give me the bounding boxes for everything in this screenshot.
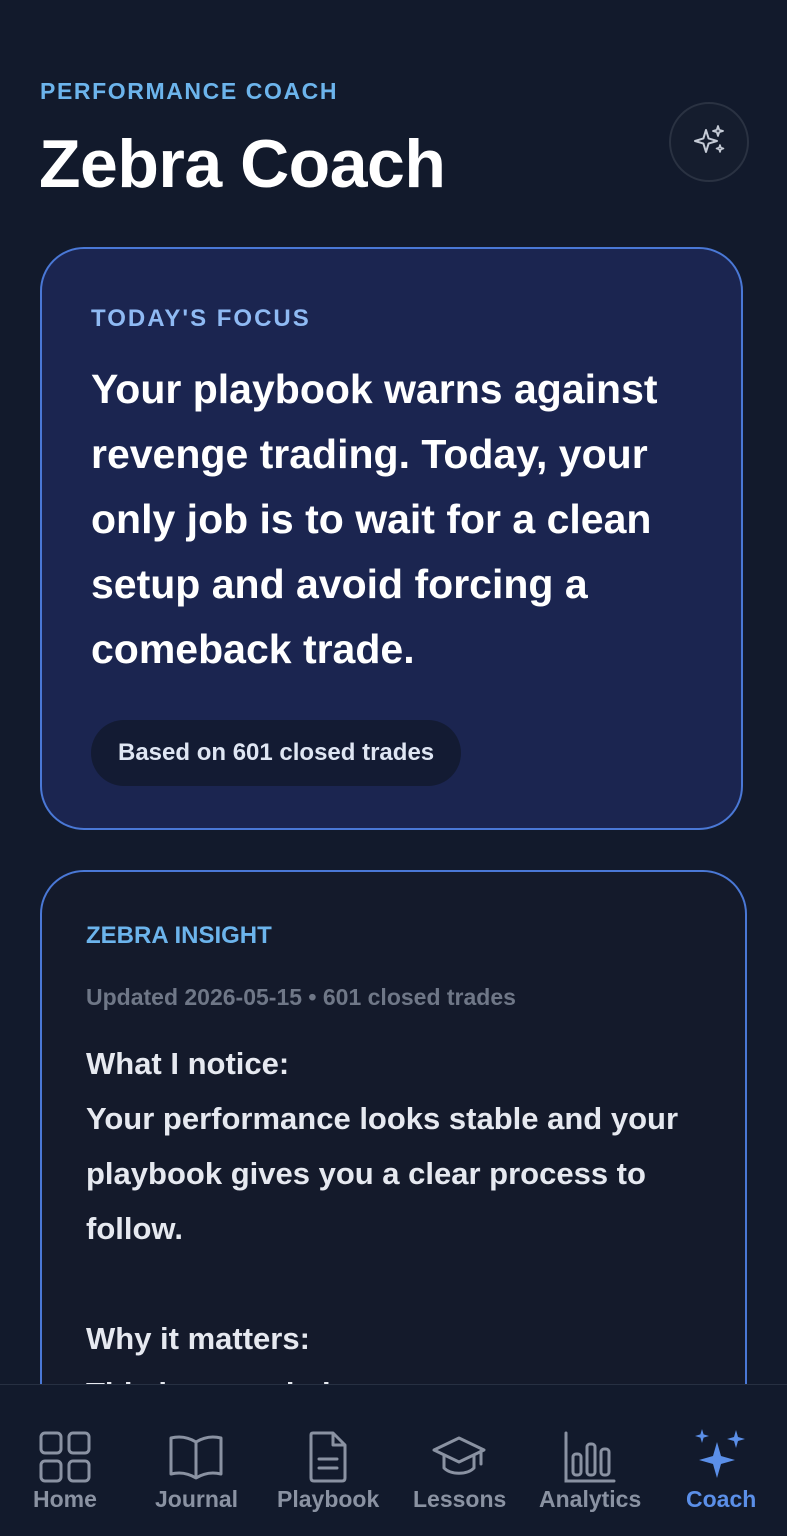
trades-count-badge: Based on 601 closed trades (91, 720, 462, 786)
nav-label-playbook: Playbook (277, 1486, 380, 1512)
insight-label: ZEBRA INSIGHT (86, 922, 272, 949)
grid-icon (35, 1427, 95, 1487)
coach-screen: PERFORMANCE COACH Zebra Coach TODAY'S FO… (0, 0, 787, 1536)
nav-label-journal: Journal (155, 1486, 239, 1512)
nav-label-home: Home (33, 1486, 97, 1512)
nav-label-coach: Coach (686, 1486, 757, 1512)
focus-label: TODAY'S FOCUS (91, 305, 311, 332)
bar-chart-icon (560, 1427, 620, 1487)
page-title: Zebra Coach (39, 126, 446, 202)
sparkles-icon (691, 1427, 751, 1487)
insight-meta: Updated 2026-05-15 • 601 closed trades (86, 984, 516, 1010)
nav-label-lessons: Lessons (413, 1486, 507, 1512)
insight-body: What I notice: Your performance looks st… (86, 1046, 679, 1411)
document-icon (298, 1427, 358, 1487)
sparkles-icon (694, 125, 725, 153)
bottom-nav: Home Journal Playbook Lessons Analytics … (0, 1384, 787, 1536)
book-icon (166, 1427, 226, 1487)
focus-text: Your playbook warns against revenge trad… (91, 366, 658, 672)
ai-sparkle-button[interactable] (669, 102, 749, 182)
page-eyebrow: PERFORMANCE COACH (40, 78, 339, 104)
nav-label-analytics: Analytics (539, 1486, 642, 1512)
todays-focus-card: TODAY'S FOCUS Your playbook warns agains… (40, 247, 743, 830)
graduation-cap-icon (429, 1427, 489, 1487)
